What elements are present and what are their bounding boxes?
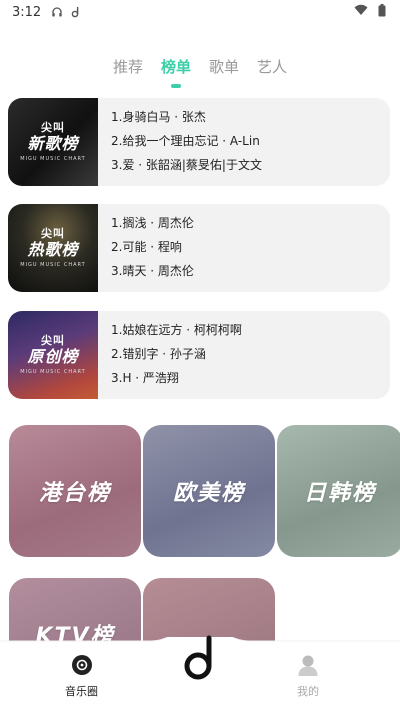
chart-song: 1.姑娘在远方 · 柯柯柯啊: [111, 323, 242, 337]
nav-music-circle-label: 音乐圈: [65, 685, 98, 698]
tile-label: 日韩榜: [303, 481, 376, 506]
chart-card-new-songs[interactable]: 尖叫 新歌榜 MIGU MUSIC CHART 1.身骑白马 · 张杰 2.给我…: [8, 98, 390, 186]
region-tile-jp-kr[interactable]: 日韩榜: [277, 425, 400, 557]
app-notification-icon: [71, 6, 81, 18]
chart-song: 2.给我一个理由忘记 · A-Lin: [111, 134, 260, 148]
battery-icon: [378, 3, 386, 21]
chart-song: 3.H · 严浩翔: [111, 371, 179, 385]
nav-mine-label: 我的: [297, 685, 319, 698]
headphones-icon: [51, 6, 63, 18]
cover-top-text: 尖叫: [41, 121, 65, 134]
disc-icon: [71, 654, 93, 679]
nav-mine[interactable]: 我的: [297, 654, 319, 699]
chart-card-hot-songs[interactable]: 尖叫 热歌榜 MIGU MUSIC CHART 1.搁浅 · 周杰伦 2.可能 …: [8, 204, 390, 292]
chart-cover: 尖叫 原创榜 MIGU MUSIC CHART: [8, 311, 98, 399]
nav-music-circle[interactable]: 音乐圈: [65, 654, 98, 699]
status-bar: 3:12: [0, 0, 400, 24]
tab-recommend[interactable]: 推荐: [113, 56, 143, 88]
chart-song: 1.搁浅 · 周杰伦: [111, 216, 194, 230]
tile-label: 港台榜: [38, 481, 111, 506]
cover-title: 热歌榜: [27, 240, 79, 259]
cover-top-text: 尖叫: [41, 334, 65, 347]
chart-cover: 尖叫 新歌榜 MIGU MUSIC CHART: [8, 98, 98, 186]
tab-playlists[interactable]: 歌单: [209, 56, 239, 88]
chart-song: 2.错别字 · 孙子涵: [111, 347, 206, 361]
tab-active-indicator: [170, 84, 181, 88]
region-tile-western[interactable]: 欧美榜: [143, 425, 275, 557]
cover-subtitle: MIGU MUSIC CHART: [20, 369, 86, 375]
tab-label: 推荐: [112, 58, 143, 76]
chart-cover: 尖叫 热歌榜 MIGU MUSIC CHART: [8, 204, 98, 292]
chart-song-list: 1.姑娘在远方 · 柯柯柯啊 2.错别字 · 孙子涵 3.H · 严浩翔: [98, 311, 242, 399]
tab-label: 榜单: [160, 58, 191, 76]
category-tabs: 推荐 榜单 歌单 艺人: [0, 56, 400, 88]
tab-artists[interactable]: 艺人: [257, 56, 287, 88]
tab-label: 歌单: [209, 58, 240, 76]
cover-subtitle: MIGU MUSIC CHART: [20, 156, 86, 162]
wifi-icon: [354, 4, 368, 20]
cover-title: 新歌榜: [27, 134, 79, 153]
chart-song: 3.爱 · 张韶涵|蔡旻佑|于文文: [111, 158, 262, 172]
cover-subtitle: MIGU MUSIC CHART: [20, 262, 86, 268]
chart-song: 1.身骑白马 · 张杰: [111, 110, 206, 124]
user-icon: [297, 654, 319, 679]
app-logo-icon: [183, 635, 217, 685]
status-time: 3:12: [12, 4, 42, 20]
center-play-button[interactable]: [174, 632, 226, 688]
chart-song-list: 1.身骑白马 · 张杰 2.给我一个理由忘记 · A-Lin 3.爱 · 张韶涵…: [98, 98, 262, 186]
region-tile-hk-tw[interactable]: 港台榜: [9, 425, 141, 557]
chart-song: 2.可能 · 程响: [111, 240, 182, 254]
cover-title: 原创榜: [27, 347, 79, 366]
chart-card-original[interactable]: 尖叫 原创榜 MIGU MUSIC CHART 1.姑娘在远方 · 柯柯柯啊 2…: [8, 311, 390, 399]
tab-charts[interactable]: 榜单: [161, 56, 191, 88]
chart-song: 3.晴天 · 周杰伦: [111, 264, 194, 278]
chart-song-list: 1.搁浅 · 周杰伦 2.可能 · 程响 3.晴天 · 周杰伦: [98, 204, 194, 292]
cover-top-text: 尖叫: [41, 227, 65, 240]
tile-label: 欧美榜: [172, 481, 245, 506]
tab-label: 艺人: [257, 58, 288, 76]
